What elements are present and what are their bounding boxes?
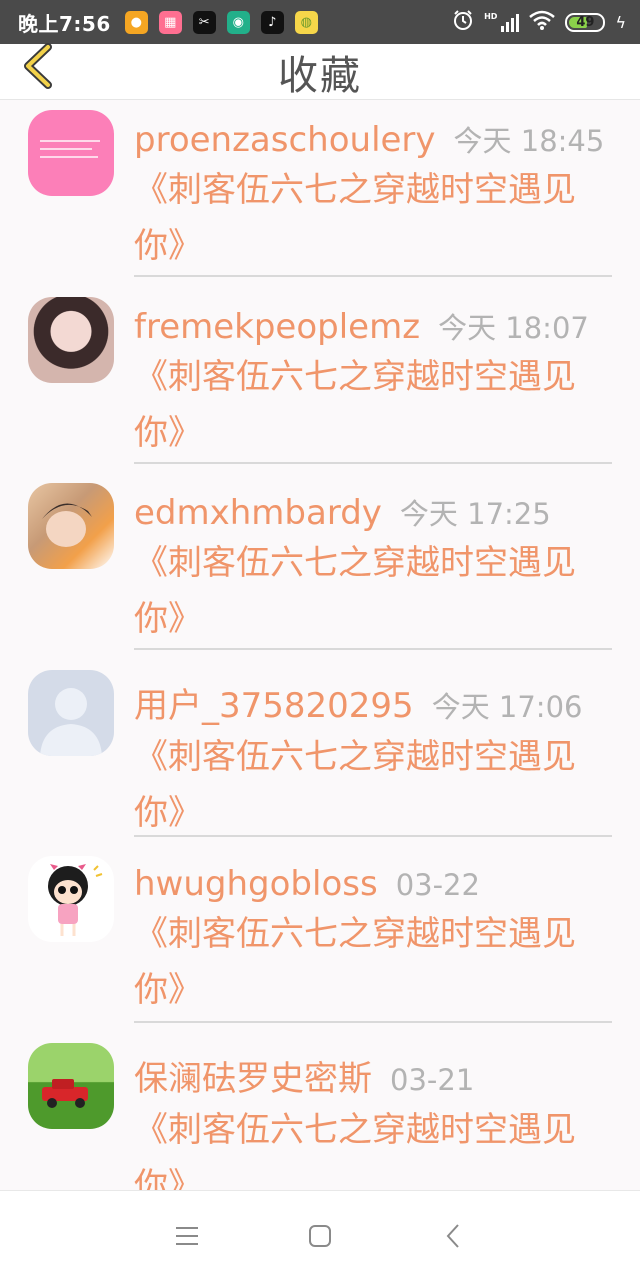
status-time: 晚上7:56 <box>18 11 111 36</box>
back-button[interactable] <box>14 43 62 89</box>
charging-bolt-icon: ϟ <box>615 12 626 32</box>
list-item[interactable]: edmxhmbardy 今天 17:25 《刺客伍六七之穿越时空遇见你》 <box>0 473 640 660</box>
chat-bubble-icon: ◍ <box>294 10 318 34</box>
username[interactable]: 用户_375820295 <box>134 678 414 727</box>
triangle-back-icon <box>446 1223 460 1248</box>
status-bar: 晚上7:56 ● ▦ ✂ ◉ ♪ ◍ HD 49 ϟ <box>0 0 640 44</box>
list-item-body[interactable]: fremekpeoplemz 今天 18:07 《刺客伍六七之穿越时空遇见你》 <box>134 305 612 464</box>
status-indicators: HD 49 ϟ <box>452 9 626 35</box>
podcast-icon: ◉ <box>226 10 250 34</box>
cartoon-girl-avatar[interactable] <box>28 856 114 942</box>
username[interactable]: edmxhmbardy <box>134 493 382 533</box>
home-button[interactable] <box>298 1214 342 1258</box>
book-title[interactable]: 《刺客伍六七之穿越时空遇见你》 <box>134 535 612 647</box>
chevron-left-icon <box>24 43 52 89</box>
book-title[interactable]: 《刺客伍六七之穿越时空遇见你》 <box>134 162 612 274</box>
system-back-button[interactable] <box>431 1214 475 1258</box>
timestamp: 03-21 <box>390 1062 475 1097</box>
list-item[interactable]: 保澜砝罗史密斯 03-21 《刺客伍六七之穿越时空遇见你》 <box>0 1033 640 1191</box>
girl-selfie-avatar[interactable] <box>28 483 114 569</box>
menu-icon <box>175 1226 198 1245</box>
tiktok-icon: ♪ <box>260 10 284 34</box>
list-item-body[interactable]: 用户_375820295 今天 17:06 《刺客伍六七之穿越时空遇见你》 <box>134 678 612 837</box>
username[interactable]: proenzaschoulery <box>134 120 436 160</box>
timestamp: 今天 17:06 <box>431 689 583 724</box>
timestamp: 今天 18:07 <box>438 310 589 345</box>
square-home-icon <box>308 1224 331 1247</box>
username[interactable]: hwughgobloss <box>134 864 378 904</box>
favorites-list[interactable]: proenzaschoulery 今天 18:45 《刺客伍六七之穿越时空遇见你… <box>0 100 640 1190</box>
red-car-avatar[interactable] <box>28 1042 114 1129</box>
battery-percent: 49 <box>576 14 595 30</box>
book-title[interactable]: 《刺客伍六七之穿越时空遇见你》 <box>134 729 612 841</box>
game-center-icon: ▦ <box>158 10 182 34</box>
username[interactable]: 保澜砝罗史密斯 <box>134 1051 372 1100</box>
book-title[interactable]: 《刺客伍六七之穿越时空遇见你》 <box>134 349 612 461</box>
battery-indicator: 49 <box>565 12 606 32</box>
header: 收藏 <box>0 43 640 100</box>
menu-button[interactable] <box>165 1214 209 1258</box>
capcut-icon: ✂ <box>192 10 216 34</box>
book-title[interactable]: 《刺客伍六七之穿越时空遇见你》 <box>134 906 612 1018</box>
list-item-body[interactable]: proenzaschoulery 今天 18:45 《刺客伍六七之穿越时空遇见你… <box>134 118 612 277</box>
notification-app-icons: ● ▦ ✂ ◉ ♪ ◍ <box>124 10 318 34</box>
page-title: 收藏 <box>278 52 362 99</box>
timestamp: 03-22 <box>395 868 480 902</box>
list-item[interactable]: proenzaschoulery 今天 18:45 《刺客伍六七之穿越时空遇见你… <box>0 100 640 287</box>
alarm-clock-icon <box>452 9 474 35</box>
book-title[interactable]: 《刺客伍六七之穿越时空遇见你》 <box>134 1102 612 1191</box>
system-nav-bar <box>0 1190 640 1280</box>
pink-note-avatar[interactable] <box>28 110 114 196</box>
list-item[interactable]: fremekpeoplemz 今天 18:07 《刺客伍六七之穿越时空遇见你》 <box>0 287 640 474</box>
username[interactable]: fremekpeoplemz <box>134 307 420 347</box>
list-item-body[interactable]: 保澜砝罗史密斯 03-21 《刺客伍六七之穿越时空遇见你》 <box>134 1051 612 1191</box>
girl-photo-avatar[interactable] <box>28 296 114 383</box>
list-item[interactable]: hwughgobloss 03-22 《刺客伍六七之穿越时空遇见你》 <box>0 846 640 1033</box>
weibo-icon: ● <box>124 10 148 34</box>
hd-signal-icon: HD <box>484 12 520 32</box>
wifi-icon <box>529 10 556 34</box>
list-item-body[interactable]: hwughgobloss 03-22 《刺客伍六七之穿越时空遇见你》 <box>134 864 612 1023</box>
list-item-body[interactable]: edmxhmbardy 今天 17:25 《刺客伍六七之穿越时空遇见你》 <box>134 491 612 650</box>
default-user-avatar[interactable] <box>28 669 114 756</box>
list-item[interactable]: 用户_375820295 今天 17:06 《刺客伍六七之穿越时空遇见你》 <box>0 660 640 847</box>
timestamp: 今天 18:45 <box>453 124 605 158</box>
timestamp: 今天 17:25 <box>399 497 551 531</box>
